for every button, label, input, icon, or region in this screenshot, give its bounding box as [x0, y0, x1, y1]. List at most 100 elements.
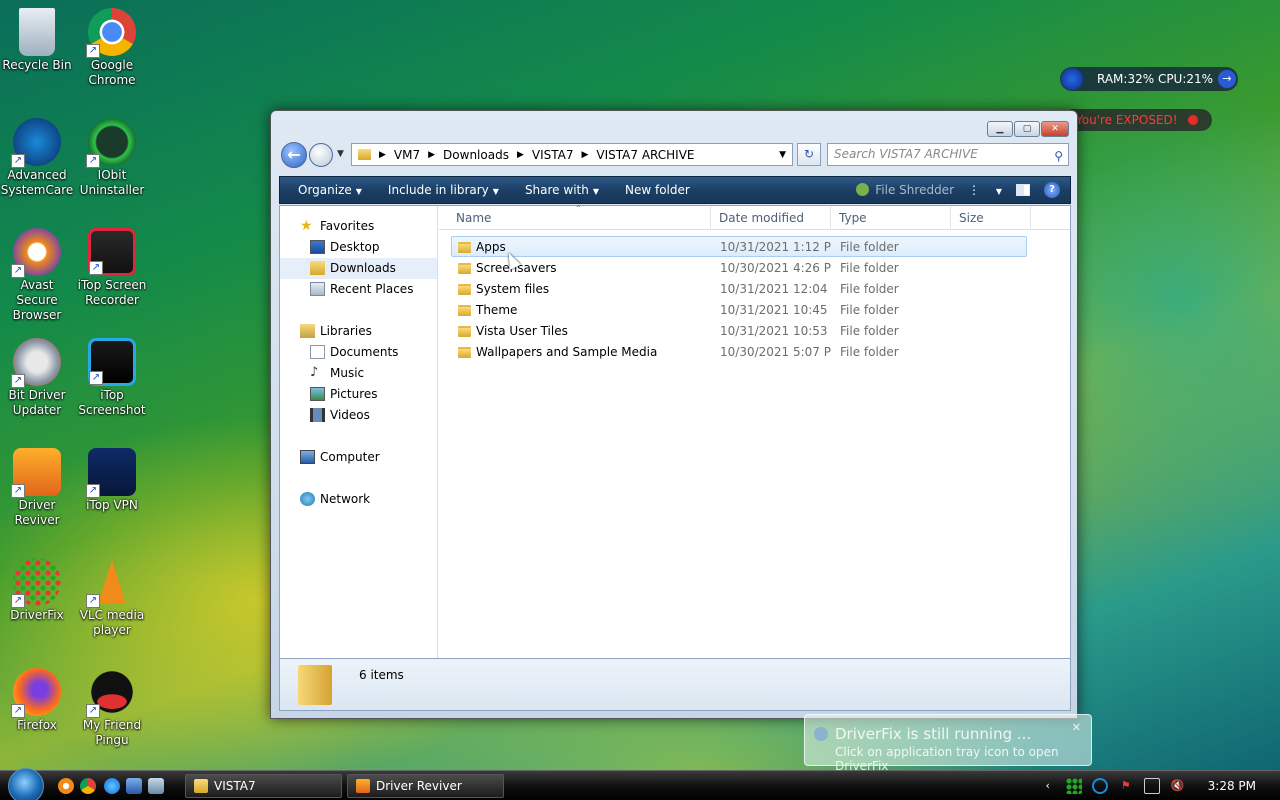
breadcrumb-vm7[interactable]: VM7: [394, 148, 420, 162]
search-input[interactable]: Search VISTA7 ARCHIVE ⚲: [827, 143, 1069, 166]
file-date: 10/30/2021 5:07 PM: [720, 345, 832, 359]
desktop-icon-avast-secure-browser[interactable]: ↗ Avast Secure Browser: [0, 228, 74, 323]
help-icon[interactable]: ?: [1044, 182, 1060, 198]
column-header-date[interactable]: Date modified: [711, 206, 831, 230]
desktop-icon-vlc[interactable]: ↗ VLC media player: [75, 558, 149, 638]
security-flag-icon[interactable]: ⚑: [1118, 778, 1134, 794]
breadcrumb-downloads[interactable]: Downloads: [443, 148, 509, 162]
address-dropdown-icon[interactable]: ▼: [779, 150, 786, 160]
nav-favorites[interactable]: ★ Favorites: [280, 216, 437, 237]
folder-icon: [458, 305, 471, 316]
driverfix-notification[interactable]: ✕ DriverFix is still running ... Click o…: [804, 714, 1092, 773]
system-monitor-gadget[interactable]: RAM:32% CPU:21% →: [1060, 67, 1238, 91]
desktop-icon-google-chrome[interactable]: ↗ Google Chrome: [75, 8, 149, 88]
file-date: 10/31/2021 10:53 ...: [720, 324, 832, 338]
internet-explorer-icon[interactable]: [104, 778, 120, 794]
table-row[interactable]: Wallpapers and Sample Media 10/30/2021 5…: [451, 341, 1027, 362]
music-note-icon: ♪: [310, 365, 319, 380]
nav-desktop[interactable]: Desktop: [280, 237, 437, 258]
desktop-icon-recycle-bin[interactable]: Recycle Bin: [0, 8, 74, 73]
folder-icon: [194, 779, 208, 793]
switch-windows-icon[interactable]: [148, 778, 164, 794]
include-in-library-button[interactable]: Include in library ▼: [388, 183, 499, 197]
nav-network[interactable]: Network: [280, 489, 437, 510]
avast-quicklaunch-icon[interactable]: [58, 778, 74, 794]
nav-videos[interactable]: Videos: [280, 405, 437, 426]
folder-icon: [458, 242, 471, 253]
file-name: Apps: [476, 240, 506, 254]
desktop-icon-driver-reviver[interactable]: ↗ Driver Reviver: [0, 448, 74, 528]
explorer-window[interactable]: ▁ ▢ ✕ ← ▼ ▶ VM7 ▶ Downloads ▶ VISTA7 ▶ V…: [270, 110, 1078, 719]
taskbar-button-vista7[interactable]: VISTA7: [185, 774, 342, 798]
desktop-icon-label: IObit Uninstaller: [79, 168, 145, 197]
table-row[interactable]: Theme 10/31/2021 10:45 ... File folder: [451, 299, 1027, 320]
desktop-icon-itop-screen-recorder[interactable]: ↗ iTop Screen Recorder: [75, 228, 149, 308]
preview-pane-icon[interactable]: [1016, 184, 1030, 196]
pictures-icon: [310, 387, 325, 401]
exposed-gadget[interactable]: You're EXPOSED!: [1062, 109, 1212, 131]
command-bar-right: File Shredder ⋮ ▼ ?: [838, 182, 1070, 198]
exposed-text: You're EXPOSED!: [1076, 113, 1178, 127]
desktop-icon-driverfix[interactable]: ↗ DriverFix: [0, 558, 74, 623]
desktop-icon-iobit-uninstaller[interactable]: ↗ IObit Uninstaller: [75, 118, 149, 198]
taskbar: VISTA7 Driver Reviver ‹ ⚑ 🔇 3:28 PM: [0, 768, 1280, 800]
nav-music[interactable]: ♪ Music: [280, 363, 437, 384]
nav-downloads[interactable]: Downloads: [280, 258, 437, 279]
nav-label: Libraries: [320, 324, 372, 338]
file-list-pane: ⌃ Name Date modified Type Size Apps 10/31…: [439, 204, 1070, 658]
forward-button[interactable]: [309, 143, 333, 167]
desktop-icon-bit-driver-updater[interactable]: ↗ Bit Driver Updater: [0, 338, 74, 418]
table-row[interactable]: System files 10/31/2021 12:04 ... File f…: [451, 278, 1027, 299]
desktop-icon-label: iTop VPN: [86, 498, 138, 512]
close-button[interactable]: ✕: [1041, 121, 1069, 137]
breadcrumb-vista7[interactable]: VISTA7: [532, 148, 574, 162]
advanced-systemcare-tray-icon[interactable]: [1091, 778, 1108, 794]
table-row[interactable]: Vista User Tiles 10/31/2021 10:53 ... Fi…: [451, 320, 1027, 341]
nav-computer[interactable]: Computer: [280, 447, 437, 468]
start-button[interactable]: [8, 768, 44, 800]
chrome-quicklaunch-icon[interactable]: [80, 778, 96, 794]
breadcrumb-vista7-archive[interactable]: VISTA7 ARCHIVE: [596, 148, 694, 162]
nav-pictures[interactable]: Pictures: [280, 384, 437, 405]
column-header-size[interactable]: Size: [951, 206, 1031, 230]
share-with-button[interactable]: Share with ▼: [525, 183, 599, 197]
column-header-name[interactable]: ⌃ Name: [439, 204, 711, 230]
network-icon[interactable]: [1143, 778, 1160, 794]
search-icon[interactable]: ⚲: [1054, 146, 1063, 167]
refresh-button[interactable]: ↻: [797, 143, 821, 166]
sort-ascending-icon: ⌃: [575, 204, 582, 213]
driverfix-tray-icon[interactable]: [1065, 778, 1082, 794]
itop-screen-recorder-icon: ↗: [88, 228, 136, 276]
maximize-button[interactable]: ▢: [1014, 121, 1040, 137]
view-options-icon[interactable]: ⋮ ▼: [968, 183, 1002, 197]
file-shredder-button[interactable]: File Shredder: [856, 183, 954, 197]
minimize-button[interactable]: ▁: [987, 121, 1013, 137]
share-label: Share with: [524, 183, 589, 197]
history-dropdown-icon[interactable]: ▼: [337, 149, 344, 159]
desktop-icon-my-friend-pingu[interactable]: ↗ My Friend Pingu: [75, 668, 149, 748]
table-row[interactable]: Screensavers 10/30/2021 4:26 PM File fol…: [451, 257, 1027, 278]
table-row[interactable]: Apps 10/31/2021 1:12 PM File folder: [451, 236, 1027, 257]
clock[interactable]: 3:28 PM: [1208, 779, 1256, 793]
volume-muted-icon[interactable]: 🔇: [1170, 778, 1186, 794]
nav-recent-places[interactable]: Recent Places: [280, 279, 437, 300]
column-header-type[interactable]: Type: [831, 206, 951, 230]
column-label: Name: [456, 211, 492, 225]
nav-libraries[interactable]: Libraries: [280, 321, 437, 342]
address-bar[interactable]: ▶ VM7 ▶ Downloads ▶ VISTA7 ▶ VISTA7 ARCH…: [351, 143, 793, 166]
nav-documents[interactable]: Documents: [280, 342, 437, 363]
close-icon[interactable]: ✕: [1072, 721, 1081, 734]
back-button[interactable]: ←: [281, 142, 307, 168]
organize-button[interactable]: Organize ▼: [298, 183, 362, 197]
shortcut-arrow-icon: ↗: [89, 261, 103, 275]
desktop-icon-firefox[interactable]: ↗ Firefox: [0, 668, 74, 733]
taskbar-button-driver-reviver[interactable]: Driver Reviver: [347, 774, 504, 798]
desktop-icon-itop-screenshot[interactable]: ↗ iTop Screenshot: [75, 338, 149, 418]
show-hidden-icons-icon[interactable]: ‹: [1040, 778, 1056, 794]
new-folder-button[interactable]: New folder: [625, 183, 690, 197]
file-date: 10/30/2021 4:26 PM: [720, 261, 832, 275]
task-label: Driver Reviver: [376, 779, 462, 793]
show-desktop-icon[interactable]: [126, 778, 142, 794]
desktop-icon-itop-vpn[interactable]: ↗ iTop VPN: [75, 448, 149, 513]
desktop-icon-advanced-systemcare[interactable]: ↗ Advanced SystemCare: [0, 118, 74, 198]
